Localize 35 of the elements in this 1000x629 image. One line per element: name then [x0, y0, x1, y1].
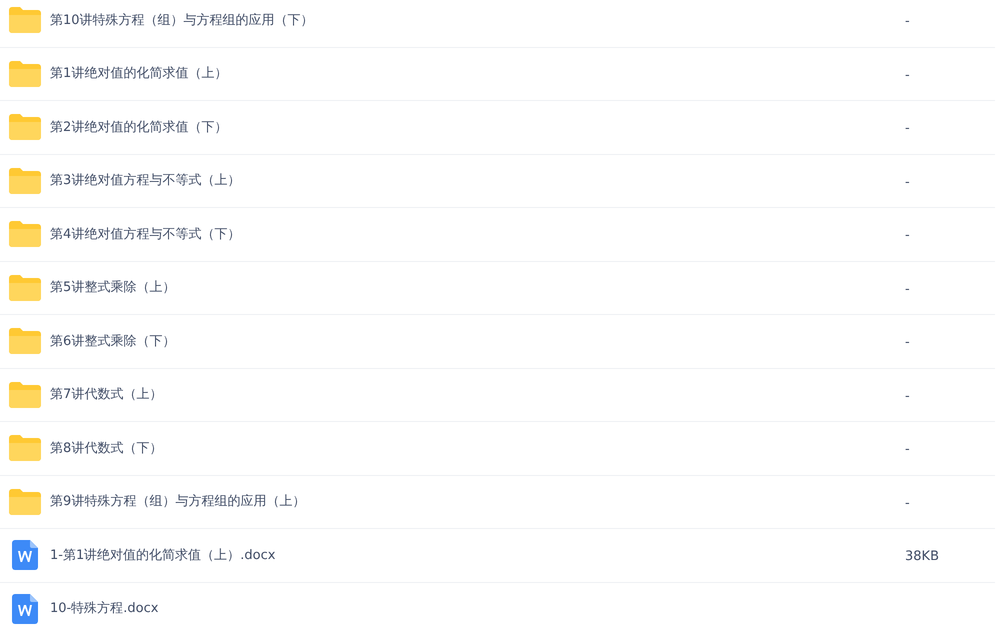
file-size: -: [905, 68, 910, 83]
file-size: -: [905, 282, 910, 297]
file-name[interactable]: 第3讲绝对值方程与不等式（上）: [50, 171, 905, 190]
word-document-icon: [12, 540, 38, 570]
file-name[interactable]: 第8讲代数式（下）: [50, 438, 905, 458]
file-name[interactable]: 第10讲特殊方程（组）与方程组的应用（下）: [50, 10, 905, 30]
file-size: -: [905, 174, 910, 190]
folder-icon: [9, 488, 41, 515]
folder-icon: [9, 60, 41, 87]
folder-icon: [9, 274, 41, 301]
folder-icon: [9, 328, 41, 354]
file-size: -: [905, 388, 910, 404]
folder-icon: [9, 7, 41, 34]
file-size: -: [905, 121, 910, 136]
word-document-icon: [12, 594, 38, 624]
file-name[interactable]: 第4讲绝对值方程与不等式（下）: [50, 224, 905, 244]
folder-icon: [9, 221, 41, 248]
file-name[interactable]: 第1讲绝对值的化简求值（上）: [50, 64, 905, 84]
file-size: -: [905, 496, 910, 511]
folder-icon: [9, 435, 41, 462]
file-name[interactable]: 第2讲绝对值的化简求值（下）: [50, 118, 905, 137]
file-name[interactable]: 10-特殊方程.docx: [50, 599, 905, 618]
file-size: -: [905, 228, 910, 244]
folder-icon: [9, 114, 41, 140]
file-name[interactable]: 第6讲整式乘除（下）: [50, 332, 905, 351]
file-size: -: [905, 335, 910, 350]
folder-icon: [9, 168, 41, 194]
file-name[interactable]: 第5讲整式乘除（上）: [50, 278, 905, 298]
file-name[interactable]: 第7讲代数式（上）: [50, 385, 905, 404]
file-size: 38KB: [905, 549, 939, 564]
file-name[interactable]: 第9讲特殊方程（组）与方程组的应用（上）: [50, 492, 905, 512]
file-name[interactable]: 1-第1讲绝对值的化简求值（上）.docx: [50, 546, 905, 565]
file-size: -: [905, 442, 910, 458]
folder-icon: [9, 382, 41, 408]
file-size: -: [905, 14, 910, 30]
